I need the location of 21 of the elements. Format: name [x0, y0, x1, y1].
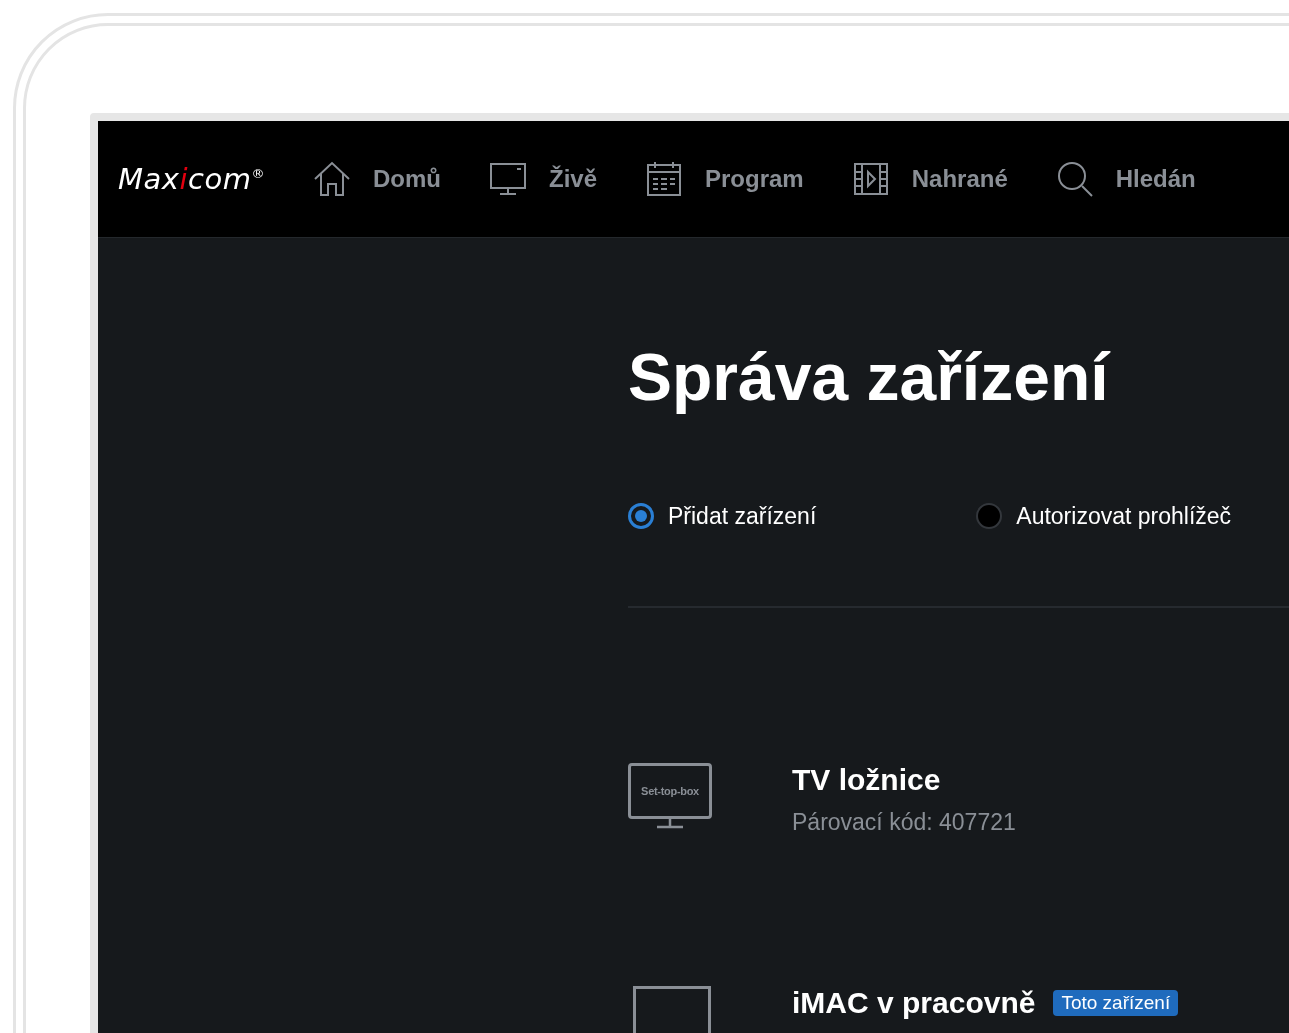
- radio-button[interactable]: [976, 503, 1003, 529]
- search-icon: [1055, 160, 1094, 198]
- logo[interactable]: Maxicom$^{®}$: [118, 162, 265, 196]
- radio-label[interactable]: Autorizovat prohlížeč: [1016, 502, 1232, 530]
- nav-link[interactable]: Živě: [548, 165, 597, 193]
- nav-link[interactable]: Hledán: [1115, 165, 1196, 193]
- device-name: iMAC v pracovně: [792, 986, 1036, 1020]
- device-name: TV ložnice: [792, 763, 941, 797]
- nav-link[interactable]: Domů: [372, 165, 441, 193]
- radio-label[interactable]: Přidat zařízení: [668, 502, 817, 530]
- nav-link[interactable]: Nahrané: [911, 165, 1008, 193]
- film-icon: [851, 160, 890, 198]
- pairing-code: Párovací kód: 407721: [792, 809, 1016, 836]
- calendar-icon: [645, 160, 683, 198]
- page-title: Správa zařízení: [628, 339, 1112, 416]
- radio-button[interactable]: [628, 503, 654, 529]
- home-icon: [312, 160, 351, 198]
- current-device-badge: Toto zařízení: [1053, 990, 1179, 1016]
- computer-icon: [633, 986, 711, 1033]
- nav-link[interactable]: Program: [705, 165, 804, 193]
- monitor-icon: [488, 160, 527, 198]
